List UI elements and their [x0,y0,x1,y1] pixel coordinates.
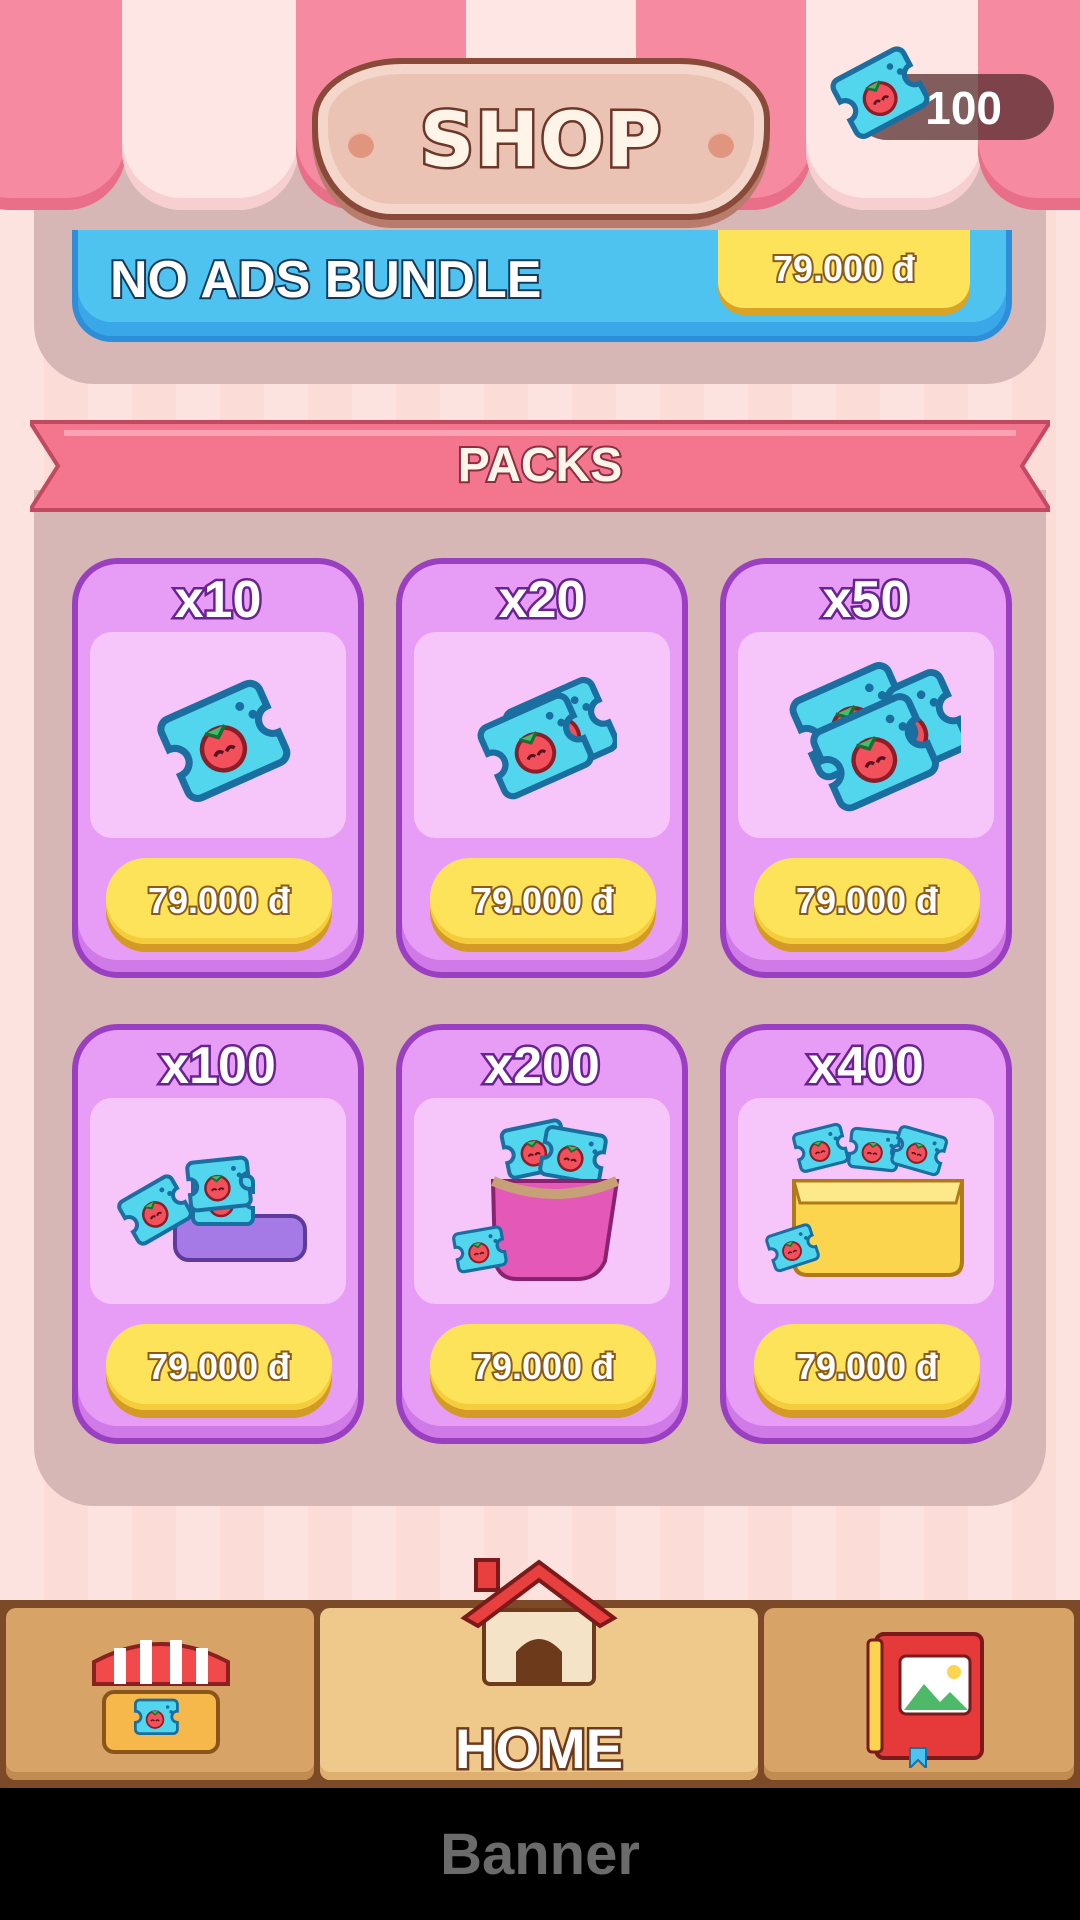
ticket-tray-icon [115,1154,307,1262]
pack-label: x20 [496,569,588,632]
pack-image [414,632,670,838]
pack-image [738,1098,994,1304]
ticket-single-icon [143,655,293,815]
bottom-nav: HOME [0,1558,1080,1788]
ticket-box-icon [764,1121,964,1277]
no-ads-title: NO ADS BUNDLE [108,249,543,311]
album-icon [866,1632,984,1768]
pack-card-x400[interactable]: x400 79.000 đ [720,1024,1012,1444]
pack-card-x100[interactable]: x100 79.000 đ [72,1024,364,1444]
currency-value: 100 [925,82,1002,134]
price-label: 79.000 đ [771,246,917,291]
ticket-icon [830,46,930,142]
pack-label: x50 [820,569,912,632]
ad-banner[interactable]: Banner [0,1788,1080,1920]
shop-icon [92,1640,230,1754]
ticket-stack-icon [771,650,961,820]
pack-image [90,1098,346,1304]
ticket-pair-icon [467,660,617,810]
pack-label: x400 [806,1035,927,1098]
buy-button[interactable]: 79.000 đ [430,1324,656,1410]
ticket-purse-icon [451,1117,620,1281]
awning-stripe [122,0,298,210]
page-title: SHOP [417,92,664,186]
pack-card-x20[interactable]: x20 79.000 đ [396,558,688,978]
pack-card-x200[interactable]: x200 79.000 đ [396,1024,688,1444]
pack-card-x50[interactable]: x50 79.000 đ [720,558,1012,978]
price-label: 79.000 đ [146,878,292,923]
no-ads-price-button[interactable]: 79.000 đ [718,230,970,308]
pack-label: x10 [172,569,264,632]
buy-button[interactable]: 79.000 đ [430,858,656,944]
pack-label: x100 [158,1035,279,1098]
banner-label: Banner [440,1821,640,1887]
price-label: 79.000 đ [794,1344,940,1389]
packs-title: PACKS [456,437,624,494]
nav-tab-album[interactable] [764,1608,1074,1780]
awning-stripe [0,0,126,210]
buy-button[interactable]: 79.000 đ [106,1324,332,1410]
pack-image [90,632,346,838]
shop-sign: SHOP [312,58,770,220]
pack-label: x200 [482,1035,603,1098]
nav-tab-shop[interactable] [6,1608,314,1780]
pack-image [414,1098,670,1304]
home-label: HOME [453,1715,626,1783]
no-ads-bundle[interactable]: NO ADS BUNDLE 79.000 đ [72,230,1012,342]
nav-tab-home[interactable]: HOME [320,1558,758,1783]
nail-icon [348,132,374,158]
price-label: 79.000 đ [470,878,616,923]
pack-image [738,632,994,838]
home-icon [460,1558,618,1686]
price-label: 79.000 đ [146,1344,292,1389]
buy-button[interactable]: 79.000 đ [754,858,980,944]
buy-button[interactable]: 79.000 đ [106,858,332,944]
price-label: 79.000 đ [794,878,940,923]
buy-button[interactable]: 79.000 đ [754,1324,980,1410]
price-label: 79.000 đ [470,1344,616,1389]
pack-card-x10[interactable]: x10 79.000 đ [72,558,364,978]
nail-icon [708,132,734,158]
packs-ribbon: PACKS [26,418,1054,514]
